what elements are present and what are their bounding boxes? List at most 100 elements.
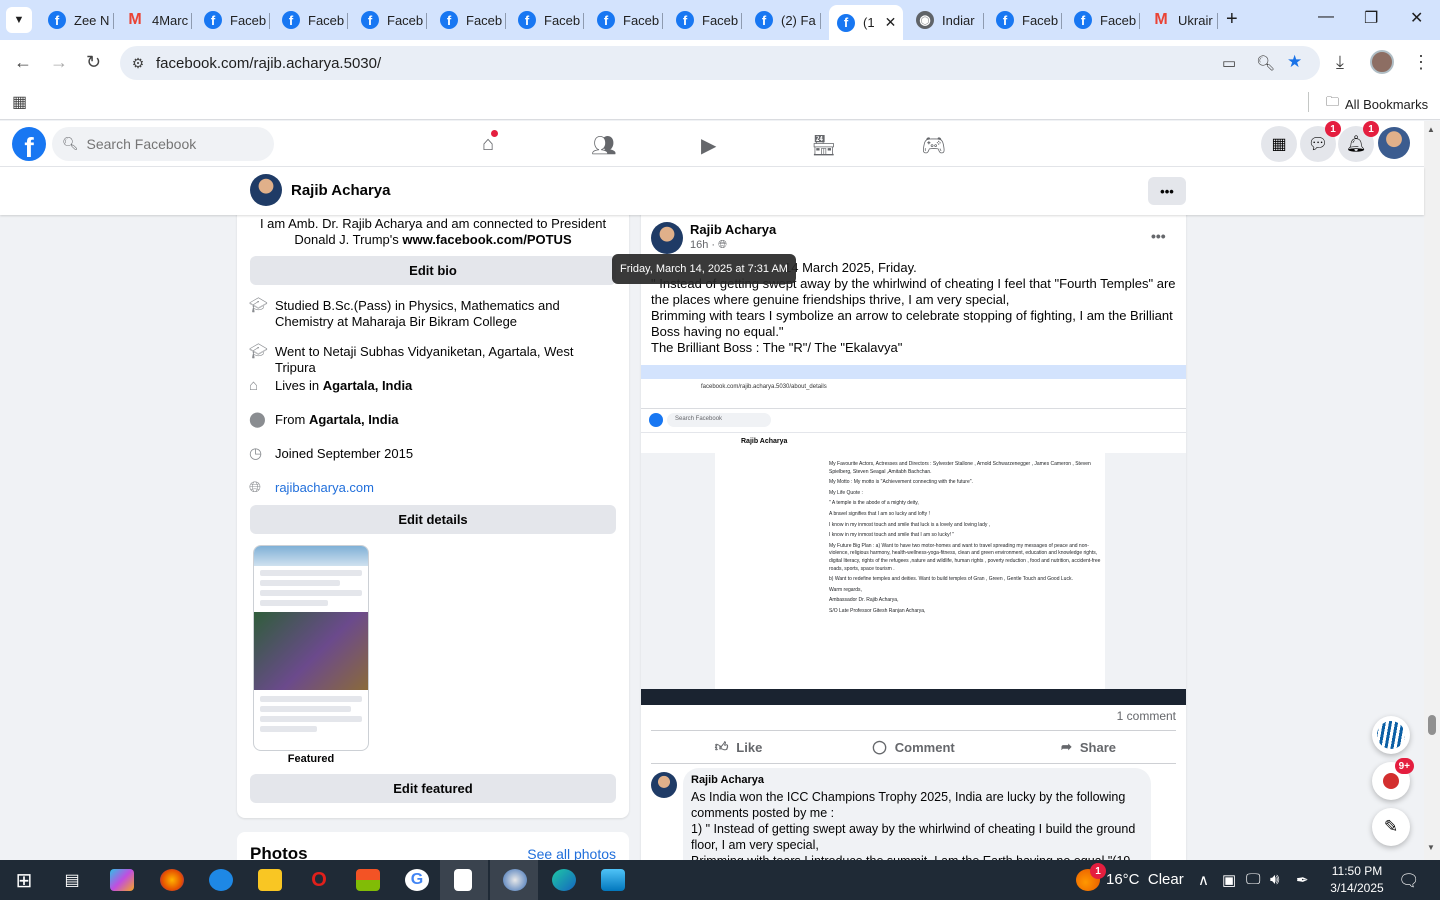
- browser-tab[interactable]: f Faceb: [668, 5, 742, 35]
- notification-center-icon[interactable]: 🗨︎: [1398, 871, 1420, 891]
- gaming-nav-icon[interactable]: 🎮︎: [921, 133, 946, 158]
- scroll-down-arrow[interactable]: ▼: [1427, 843, 1435, 852]
- site-info-icon[interactable]: ⚙: [120, 55, 156, 72]
- browser-tab[interactable]: M 4Marc: [118, 5, 192, 35]
- video-nav-icon[interactable]: ▶: [701, 133, 716, 158]
- edit-bio-button[interactable]: Edit bio: [250, 256, 616, 285]
- cricket-app-icon[interactable]: [1372, 716, 1410, 754]
- bio-link[interactable]: www.facebook.com/POTUS: [402, 232, 571, 247]
- marketplace-nav-icon[interactable]: 🏪︎: [811, 133, 836, 158]
- like-button[interactable]: 👍︎ Like: [651, 731, 826, 763]
- browser-tab[interactable]: f Faceb: [1066, 5, 1140, 35]
- weather-text[interactable]: 16°C Clear: [1106, 871, 1184, 888]
- scroll-up-arrow[interactable]: ▲: [1427, 125, 1435, 134]
- browser-tab[interactable]: f Faceb: [589, 5, 663, 35]
- page-scrollbar[interactable]: ▲ ▼: [1424, 121, 1440, 860]
- compose-button[interactable]: ✎: [1372, 808, 1410, 846]
- apps-grid-icon[interactable]: ▦: [12, 92, 27, 112]
- opera-icon[interactable]: O: [307, 869, 331, 891]
- browser-tab[interactable]: f (1 ✕: [829, 5, 903, 40]
- share-button[interactable]: ➦ Share: [1001, 731, 1176, 763]
- file-explorer-icon[interactable]: [258, 869, 282, 891]
- profile-avatar[interactable]: [250, 174, 282, 206]
- messenger-button[interactable]: 💬︎ 1: [1300, 121, 1341, 162]
- notepad-icon[interactable]: [454, 869, 472, 891]
- facebook-logo-icon[interactable]: f: [12, 127, 46, 161]
- post-timestamp[interactable]: 16h · 🌐︎: [690, 239, 727, 252]
- chrome-profile-avatar[interactable]: [1370, 50, 1394, 74]
- task-view-icon[interactable]: ▤: [60, 869, 84, 891]
- start-button[interactable]: ⊞: [12, 869, 36, 892]
- close-window-button[interactable]: ✕: [1410, 8, 1423, 28]
- edge-icon[interactable]: [552, 869, 576, 891]
- browser-tab[interactable]: f Faceb: [432, 5, 506, 35]
- meet-now-icon[interactable]: ▣: [1222, 871, 1236, 889]
- website-link[interactable]: rajibacharya.com: [275, 480, 374, 496]
- firefox-icon[interactable]: [160, 869, 184, 891]
- tab-close-icon[interactable]: ✕: [885, 14, 897, 31]
- zoom-icon[interactable]: 🔍︎: [1256, 54, 1275, 72]
- reload-button[interactable]: ↻: [86, 52, 101, 73]
- browser-tab[interactable]: f Zee N: [40, 5, 114, 35]
- comment-button[interactable]: ◯ Comment: [826, 731, 1001, 763]
- photos-app-icon[interactable]: [601, 869, 625, 891]
- browser-tab[interactable]: f Faceb: [988, 5, 1062, 35]
- browser-tab[interactable]: f (2) Fa: [747, 5, 821, 35]
- tray-overflow-icon[interactable]: ∧: [1198, 871, 1209, 889]
- browser-tab[interactable]: f Faceb: [274, 5, 348, 35]
- back-button[interactable]: ←: [14, 52, 32, 73]
- remote-app-icon[interactable]: [209, 869, 233, 891]
- chrome-menu-icon[interactable]: ⋮: [1412, 52, 1430, 73]
- url-text[interactable]: facebook.com/rajib.acharya.5030/: [156, 55, 381, 72]
- news-app-icon[interactable]: 9+: [1372, 758, 1414, 800]
- browser-tab[interactable]: f Faceb: [510, 5, 584, 35]
- new-tab-button[interactable]: +: [1226, 8, 1238, 31]
- menu-grid-button[interactable]: ▦: [1261, 126, 1297, 162]
- post-options-button[interactable]: •••: [1151, 228, 1166, 244]
- restore-button[interactable]: ❐: [1364, 8, 1378, 28]
- post-screenshot-image[interactable]: facebook.com/rajib.acharya.5030/about_de…: [641, 365, 1186, 705]
- store-icon[interactable]: [356, 869, 380, 891]
- browser-tab[interactable]: f Faceb: [196, 5, 270, 35]
- profile-name[interactable]: Rajib Acharya: [291, 182, 391, 199]
- edit-featured-button[interactable]: Edit featured: [250, 774, 616, 803]
- edit-details-button[interactable]: Edit details: [250, 505, 616, 534]
- taskbar-clock[interactable]: 11:50 PM 3/14/2025: [1328, 863, 1386, 897]
- volume-icon[interactable]: 🔊︎: [1270, 871, 1279, 888]
- intro-item-value[interactable]: Agartala, India: [309, 412, 399, 427]
- chrome-profile-taskbar-icon[interactable]: [503, 869, 527, 891]
- copilot-icon[interactable]: [110, 869, 134, 891]
- intro-item-value[interactable]: Agartala, India: [323, 378, 413, 393]
- comment-author-avatar[interactable]: [651, 772, 677, 798]
- profile-more-button[interactable]: •••: [1148, 177, 1186, 205]
- network-icon[interactable]: 🖵︎: [1246, 871, 1260, 888]
- weather-icon[interactable]: 1: [1076, 863, 1106, 891]
- download-icon[interactable]: ⤓: [1336, 52, 1344, 73]
- comment-author-name[interactable]: Rajib Acharya: [691, 774, 1141, 786]
- post-time-text[interactable]: 16h: [690, 239, 708, 251]
- bookmark-star-icon[interactable]: ★: [1287, 52, 1302, 72]
- facebook-search-box[interactable]: 🔍︎: [52, 127, 274, 161]
- all-bookmarks-button[interactable]: 🗀 All Bookmarks: [1326, 93, 1428, 115]
- tab-search-button[interactable]: ▼: [6, 7, 32, 33]
- pen-icon[interactable]: ✒: [1296, 871, 1309, 889]
- screenshot-line: b) Want to redefine temples and deities.…: [829, 576, 1073, 583]
- forward-button[interactable]: →: [50, 52, 68, 73]
- facebook-search-input[interactable]: [86, 136, 257, 152]
- friends-nav-icon[interactable]: 👥︎: [591, 133, 616, 158]
- account-avatar[interactable]: [1378, 127, 1410, 159]
- home-nav-icon[interactable]: ⌂: [482, 130, 499, 156]
- google-icon[interactable]: G: [405, 869, 429, 891]
- browser-tab[interactable]: f Faceb: [353, 5, 427, 35]
- comment-count[interactable]: 1 comment: [1117, 709, 1176, 723]
- minimize-button[interactable]: —: [1318, 8, 1334, 26]
- featured-thumbnail[interactable]: [253, 545, 369, 751]
- post-author-avatar[interactable]: [651, 222, 683, 254]
- scrollbar-thumb[interactable]: [1428, 715, 1436, 735]
- notifications-button[interactable]: 🔔︎ 1: [1338, 121, 1379, 162]
- install-app-icon[interactable]: ▭: [1222, 54, 1236, 72]
- browser-tab[interactable]: ◉ Indiar: [908, 5, 984, 35]
- post-author-name[interactable]: Rajib Acharya: [690, 222, 776, 237]
- omnibox[interactable]: ⚙ facebook.com/rajib.acharya.5030/: [120, 46, 1320, 80]
- browser-tab[interactable]: M Ukrair: [1144, 5, 1218, 35]
